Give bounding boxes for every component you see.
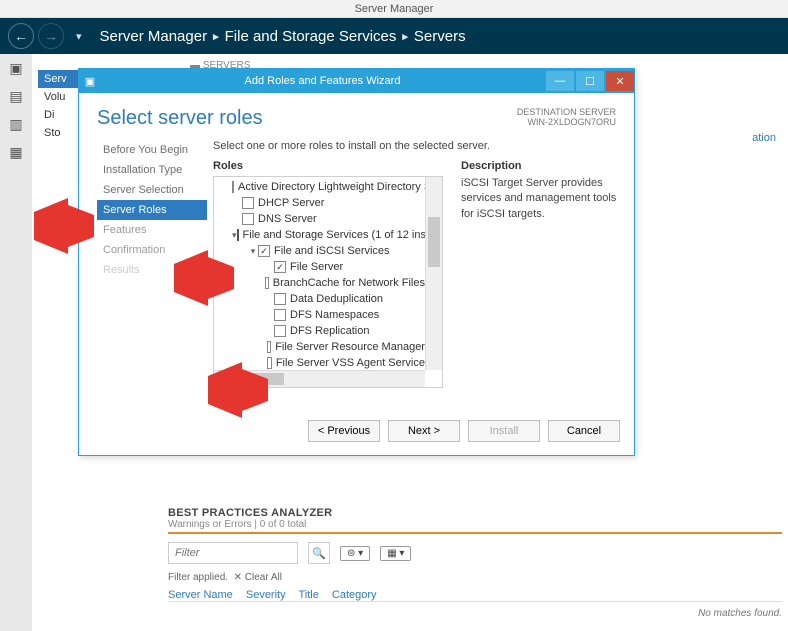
role-node[interactable]: ▾File and Storage Services (1 of 12 inst… xyxy=(214,227,425,243)
checkbox[interactable] xyxy=(242,213,254,225)
filter-pill-1[interactable]: ⊜ ▾ xyxy=(340,546,370,561)
arrow-annotation xyxy=(174,250,234,306)
bpa-subtitle: Warnings or Errors | 0 of 0 total xyxy=(168,519,782,534)
destination-value: WIN-2XLDOGN7ORU xyxy=(517,117,616,127)
checkbox[interactable] xyxy=(242,197,254,209)
nav-before-you-begin[interactable]: Before You Begin xyxy=(97,140,207,160)
previous-button[interactable]: < Previous xyxy=(308,420,380,442)
wizard-heading: Select server roles xyxy=(97,107,263,130)
roles-label: Roles xyxy=(213,160,443,172)
wizard-title-text: Add Roles and Features Wizard xyxy=(101,75,544,87)
twisty-icon[interactable]: ▾ xyxy=(248,246,258,257)
role-node[interactable]: ✓ File Server xyxy=(214,259,425,275)
col-title[interactable]: Title xyxy=(298,589,318,601)
destination-label: DESTINATION SERVER xyxy=(517,107,616,117)
breadcrumb-mid[interactable]: File and Storage Services xyxy=(225,28,397,45)
wizard-titlebar[interactable]: ▣ Add Roles and Features Wizard — ☐ ✕ xyxy=(79,69,634,93)
role-label: File Server VSS Agent Service xyxy=(276,357,425,369)
role-label: File Server xyxy=(290,261,343,273)
breadcrumb-root[interactable]: Server Manager xyxy=(100,28,208,45)
close-button[interactable]: ✕ xyxy=(606,71,634,91)
role-node[interactable]: BranchCache for Network Files xyxy=(214,275,425,291)
maximize-button[interactable]: ☐ xyxy=(576,71,604,91)
tasks-link[interactable]: ation xyxy=(752,132,776,144)
checkbox[interactable]: ✓ xyxy=(274,261,286,273)
role-label: DHCP Server xyxy=(258,197,324,209)
wizard-instruction: Select one or more roles to install on t… xyxy=(213,140,620,152)
role-node[interactable]: DHCP Server xyxy=(214,195,425,211)
role-label: File and iSCSI Services xyxy=(274,245,390,257)
role-label: File Server Resource Manager xyxy=(275,341,425,353)
description-text: iSCSI Target Server provides services an… xyxy=(461,176,620,222)
role-label: Active Directory Lightweight Directory S… xyxy=(238,181,425,193)
checkbox[interactable] xyxy=(274,309,286,321)
pools-icon[interactable]: ▦ xyxy=(0,138,32,166)
add-roles-wizard: ▣ Add Roles and Features Wizard — ☐ ✕ Se… xyxy=(78,68,635,456)
bpa-columns: Server Name Severity Title Category xyxy=(168,589,782,602)
col-server-name[interactable]: Server Name xyxy=(168,589,233,601)
col-severity[interactable]: Severity xyxy=(246,589,286,601)
filter-applied-label: Filter applied. xyxy=(168,572,228,583)
roles-tree[interactable]: Active Directory Lightweight Directory S… xyxy=(213,176,443,388)
breadcrumb-leaf[interactable]: Servers xyxy=(414,28,466,45)
nav-server-selection[interactable]: Server Selection xyxy=(97,180,207,200)
role-node[interactable]: ▾✓ File and iSCSI Services xyxy=(214,243,425,259)
role-label: File and Storage Services (1 of 12 insta… xyxy=(243,229,425,241)
checkbox[interactable]: ✓ xyxy=(258,245,270,257)
next-button[interactable]: Next > xyxy=(388,420,460,442)
forward-button[interactable]: → xyxy=(38,23,64,49)
filter-input[interactable] xyxy=(168,542,298,564)
search-icon[interactable]: 🔍 xyxy=(308,542,330,564)
arrow-annotation xyxy=(208,362,268,418)
col-category[interactable]: Category xyxy=(332,589,377,601)
back-button[interactable]: ← xyxy=(8,23,34,49)
nav-server-roles[interactable]: Server Roles xyxy=(97,200,207,220)
wizard-icon: ▣ xyxy=(79,75,101,88)
role-node[interactable]: Active Directory Lightweight Directory S… xyxy=(214,179,425,195)
role-node[interactable]: DFS Replication xyxy=(214,323,425,339)
arrow-annotation xyxy=(34,198,94,254)
role-node[interactable]: DFS Namespaces xyxy=(214,307,425,323)
role-node[interactable]: DNS Server xyxy=(214,211,425,227)
role-label: DFS Namespaces xyxy=(290,309,379,321)
role-label: BranchCache for Network Files xyxy=(273,277,425,289)
window-title: Server Manager xyxy=(0,0,788,18)
minimize-button[interactable]: — xyxy=(546,71,574,91)
servers-icon[interactable]: ▣ xyxy=(0,54,32,82)
description-label: Description xyxy=(461,160,620,172)
nav-features[interactable]: Features xyxy=(97,220,207,240)
clear-all-link[interactable]: Clear All xyxy=(245,572,282,583)
checkbox[interactable] xyxy=(267,341,272,353)
checkbox[interactable] xyxy=(265,277,268,289)
checkbox[interactable] xyxy=(274,325,286,337)
no-matches-label: No matches found. xyxy=(168,608,782,619)
install-button: Install xyxy=(468,420,540,442)
volumes-icon[interactable]: ▤ xyxy=(0,82,32,110)
best-practices-analyzer: BEST PRACTICES ANALYZER Warnings or Erro… xyxy=(168,507,782,619)
filter-pill-2[interactable]: ▦ ▾ xyxy=(380,546,411,561)
header-bar: ← → ▾ Server Manager ▸ File and Storage … xyxy=(0,18,788,54)
checkbox[interactable] xyxy=(274,293,286,305)
left-rail: ▣ ▤ ▥ ▦ xyxy=(0,54,32,631)
disks-icon[interactable]: ▥ xyxy=(0,110,32,138)
cancel-button[interactable]: Cancel xyxy=(548,420,620,442)
chevron-right-icon: ▸ xyxy=(213,30,219,43)
role-node[interactable]: File Server Resource Manager xyxy=(214,339,425,355)
role-node[interactable]: Data Deduplication xyxy=(214,291,425,307)
role-label: DFS Replication xyxy=(290,325,369,337)
scrollbar-vertical[interactable] xyxy=(425,177,442,370)
nav-installation-type[interactable]: Installation Type xyxy=(97,160,207,180)
bpa-title: BEST PRACTICES ANALYZER xyxy=(168,507,782,519)
role-label: Data Deduplication xyxy=(290,293,383,305)
chevron-right-icon: ▸ xyxy=(402,30,408,43)
role-label: DNS Server xyxy=(258,213,317,225)
checkbox[interactable] xyxy=(237,229,239,241)
checkbox[interactable] xyxy=(232,181,234,193)
